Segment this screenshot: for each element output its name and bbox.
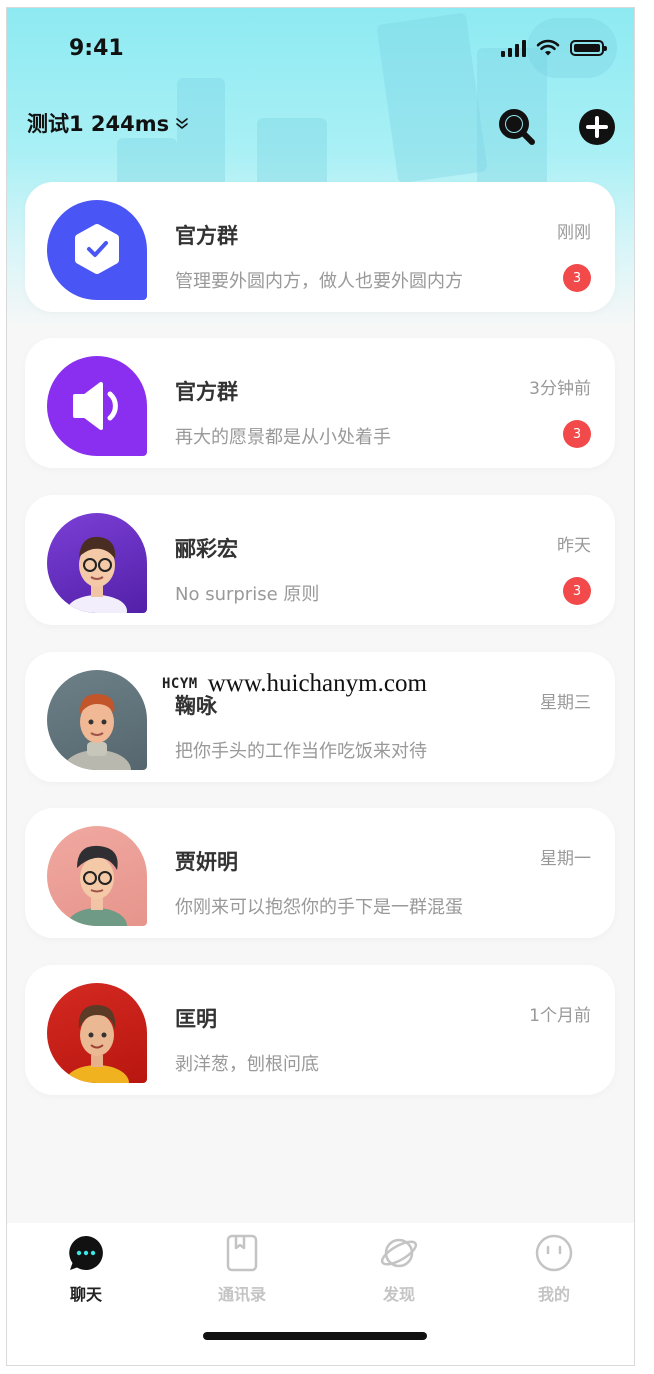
planet-icon: [380, 1238, 418, 1268]
chat-name: 匡明: [175, 1007, 217, 1031]
unread-badge: 3: [563, 420, 591, 448]
tab-bar: 聊天 通讯录 发现 我的: [7, 1223, 634, 1365]
chevron-down-icon: [176, 118, 188, 129]
chat-bubble-icon: [69, 1236, 103, 1270]
watermark-logo: HCYM: [162, 676, 198, 692]
battery-icon: [570, 40, 607, 56]
chat-last-message: 剥洋葱，刨根问底: [175, 1054, 319, 1075]
chat-item-li-caihong[interactable]: 郦彩宏 No surprise 原则 昨天 3: [25, 495, 615, 625]
account-title: 测试1 244ms: [27, 112, 170, 136]
chat-time: 1个月前: [529, 1006, 591, 1026]
chat-name: 贾妍明: [175, 850, 238, 874]
chat-time: 3分钟前: [529, 379, 591, 399]
tab-contacts[interactable]: 通讯录: [182, 1233, 302, 1305]
chat-time: 刚刚: [557, 223, 591, 243]
tab-discover[interactable]: 发现: [339, 1233, 459, 1305]
account-switcher[interactable]: 测试1 244ms: [27, 108, 189, 138]
watermark: HCYM www.huichanym.com: [162, 670, 427, 698]
chat-last-message: No surprise 原则: [175, 584, 320, 605]
user-avatar-icon: [65, 1005, 129, 1083]
chat-item-official-group-2[interactable]: 官方群 再大的愿景都是从小处着手 3分钟前 3: [25, 338, 615, 468]
chat-item-kuang-ming[interactable]: 匡明 剥洋葱，刨根问底 1个月前: [25, 965, 615, 1095]
cellular-signal-icon: [501, 39, 526, 57]
tab-chat[interactable]: 聊天: [26, 1233, 146, 1305]
user-avatar-icon: [63, 694, 131, 770]
avatar: [47, 826, 147, 926]
phone-screen: 9:41 测试1 244ms 官方群 管理要外圆内方，做人也要外圆内方 刚刚 3…: [6, 7, 635, 1366]
chat-last-message: 再大的愿景都是从小处着手: [175, 427, 391, 448]
avatar: [47, 983, 147, 1083]
unread-badge: 3: [563, 577, 591, 605]
chat-name: 郦彩宏: [175, 537, 238, 561]
avatar: [47, 356, 147, 456]
header-actions: [498, 108, 616, 146]
avatar: [47, 513, 147, 613]
chat-name: 官方群: [175, 224, 238, 248]
add-icon[interactable]: [578, 108, 616, 146]
watermark-url: www.huichanym.com: [207, 670, 427, 697]
status-icons: [501, 39, 607, 57]
chat-name: 官方群: [175, 380, 238, 404]
tab-label: 聊天: [69, 1285, 102, 1304]
status-time: 9:41: [69, 36, 124, 61]
smiley-face-icon: [535, 1234, 573, 1272]
avatar: [47, 200, 147, 300]
tab-me[interactable]: 我的: [494, 1233, 614, 1305]
chat-item-jia-yanming[interactable]: 贾妍明 你刚来可以抱怨你的手下是一群混蛋 星期一: [25, 808, 615, 938]
chat-time: 星期一: [540, 849, 591, 869]
tab-label: 发现: [382, 1285, 415, 1304]
speaker-icon: [73, 382, 118, 430]
user-avatar-icon: [67, 845, 127, 926]
contacts-book-icon: [226, 1234, 258, 1272]
search-icon[interactable]: [498, 108, 536, 146]
verified-check-icon: [75, 224, 119, 274]
home-indicator[interactable]: [203, 1332, 427, 1340]
wifi-icon: [536, 39, 560, 56]
unread-badge: 3: [563, 264, 591, 292]
tab-label: 我的: [537, 1285, 570, 1304]
chat-last-message: 管理要外圆内方，做人也要外圆内方: [175, 271, 463, 292]
avatar: [47, 670, 147, 770]
chat-last-message: 你刚来可以抱怨你的手下是一群混蛋: [175, 897, 463, 918]
tab-label: 通讯录: [217, 1285, 266, 1304]
chat-item-official-group-1[interactable]: 官方群 管理要外圆内方，做人也要外圆内方 刚刚 3: [25, 182, 615, 312]
chat-time: 星期三: [540, 693, 591, 713]
user-avatar-icon: [67, 536, 127, 613]
chat-last-message: 把你手头的工作当作吃饭来对待: [175, 741, 427, 762]
chat-time: 昨天: [557, 536, 591, 556]
